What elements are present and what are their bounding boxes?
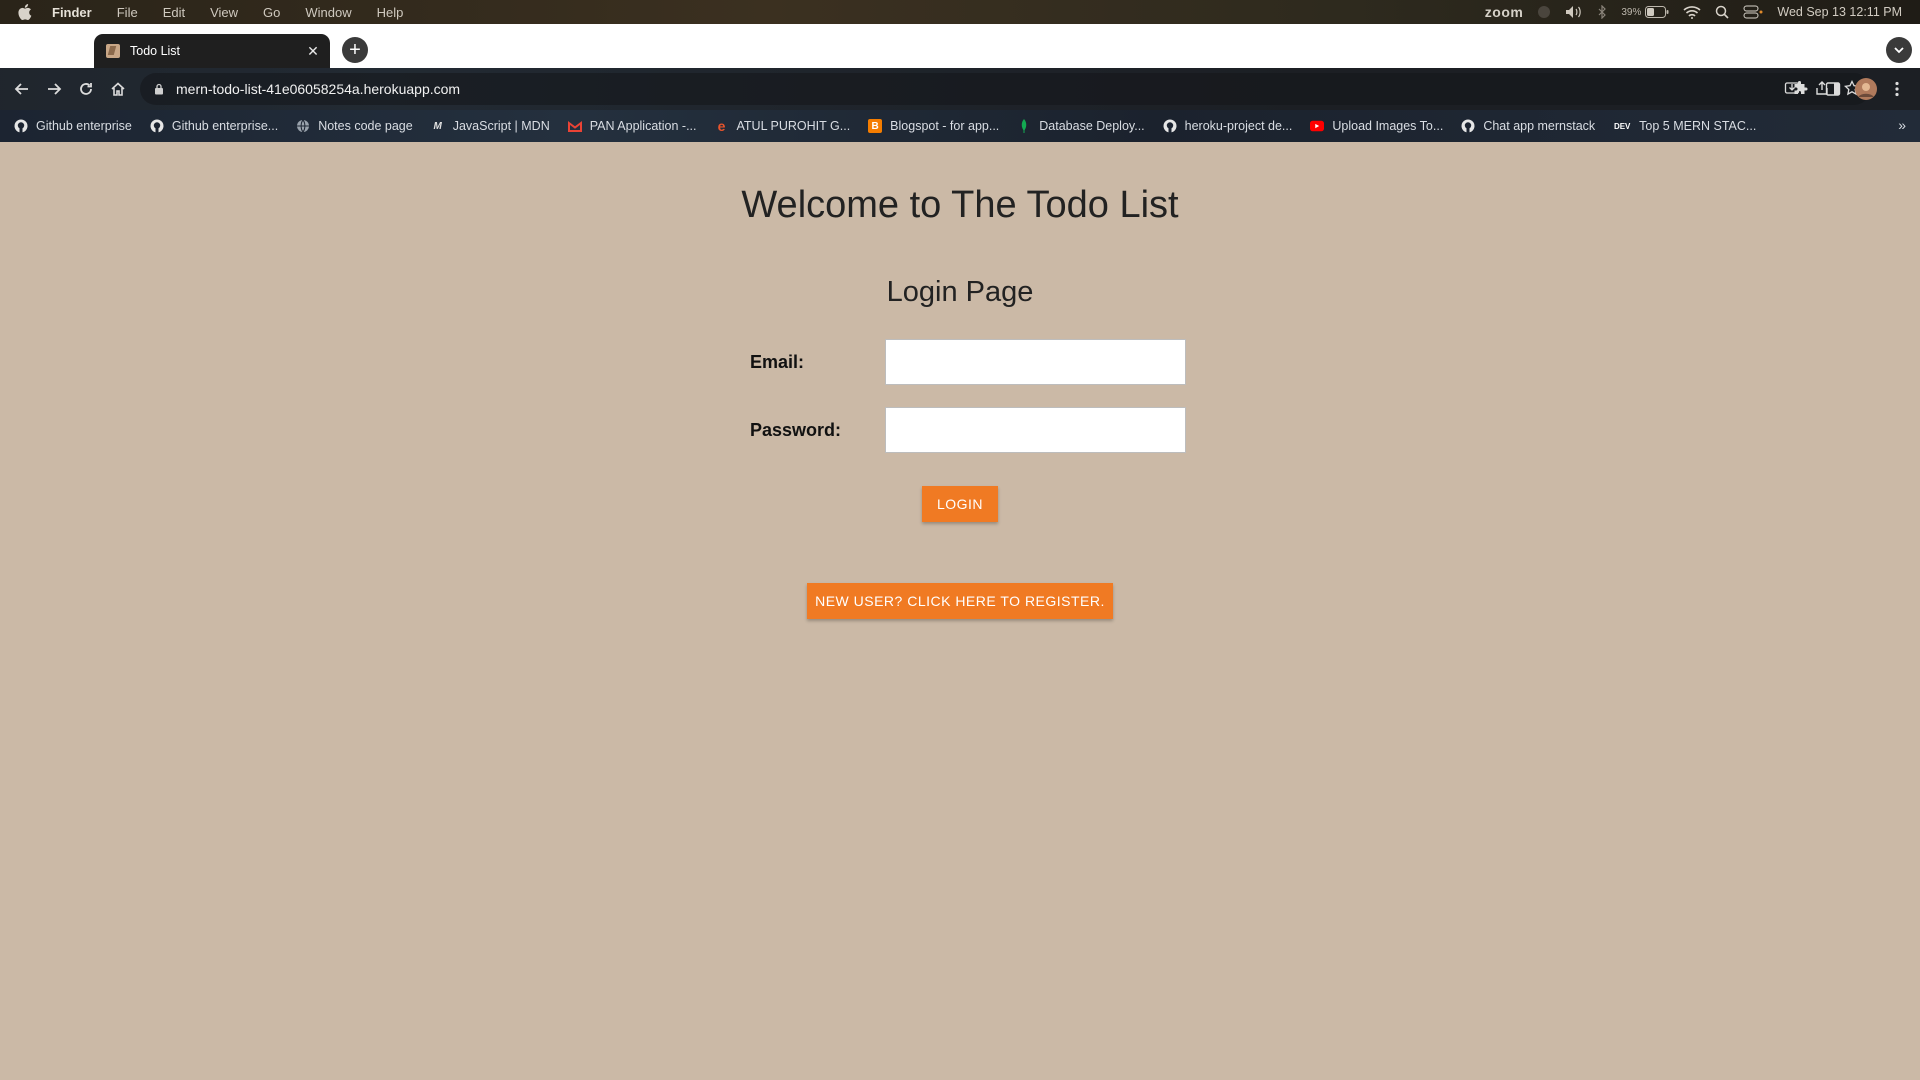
spotlight-search-icon[interactable] (1715, 5, 1729, 19)
address-bar[interactable]: mern-todo-list-41e06058254a.herokuapp.co… (140, 73, 1870, 105)
menubar-clock[interactable]: Wed Sep 13 12:11 PM (1777, 5, 1902, 19)
bookmark-label: Top 5 MERN STAC... (1639, 119, 1757, 133)
more-bookmarks-button[interactable]: » (1898, 117, 1906, 133)
bookmark-item[interactable]: Database Deploy... (1017, 119, 1145, 133)
menu-go[interactable]: Go (263, 5, 280, 20)
bookmark-item[interactable]: M JavaScript | MDN (431, 119, 550, 133)
kebab-menu-icon[interactable] (1887, 79, 1907, 99)
new-tab-button[interactable]: + (342, 37, 368, 63)
login-heading: Login Page (886, 276, 1034, 308)
tab-search-button[interactable] (1886, 37, 1912, 63)
github-icon (1461, 119, 1475, 133)
bookmark-item[interactable]: Github enterprise... (150, 119, 278, 133)
bookmark-label: PAN Application -... (589, 119, 697, 133)
browser-tab-strip: Todo List ✕ + (0, 24, 1920, 68)
dev-icon: DEV (1613, 121, 1631, 131)
bookmark-label: heroku-project de... (1184, 119, 1293, 133)
bookmark-label: Database Deploy... (1039, 119, 1145, 133)
menu-file[interactable]: File (117, 5, 138, 20)
profile-avatar[interactable] (1855, 78, 1877, 100)
bookmark-item[interactable]: PAN Application -... (567, 119, 697, 133)
forward-button[interactable] (43, 78, 65, 100)
page-title: Welcome to The Todo List (741, 184, 1179, 226)
back-arrow-icon (14, 83, 28, 95)
home-button[interactable] (107, 78, 129, 100)
menu-finder[interactable]: Finder (52, 5, 92, 20)
mongodb-icon (1017, 119, 1031, 133)
forward-arrow-icon (48, 83, 62, 95)
volume-icon[interactable] (1565, 5, 1583, 19)
reload-button[interactable] (75, 78, 97, 100)
menu-view[interactable]: View (210, 5, 238, 20)
bookmark-label: JavaScript | MDN (452, 119, 550, 133)
menu-help[interactable]: Help (377, 5, 404, 20)
bookmark-item[interactable]: Github enterprise (14, 119, 132, 133)
battery-percent: 39% (1621, 6, 1642, 18)
battery-icon (1645, 6, 1669, 18)
side-panel-icon[interactable] (1823, 79, 1843, 99)
password-label: Password: (750, 419, 842, 440)
bookmark-item[interactable]: Chat app mernstack (1461, 119, 1595, 133)
bookmark-label: Blogspot - for app... (890, 119, 1000, 133)
login-button[interactable]: LOGIN (922, 486, 998, 522)
edge-icon: e (717, 118, 726, 134)
chevron-down-icon (1894, 47, 1904, 54)
gmail-icon (567, 119, 582, 133)
back-button[interactable] (11, 78, 33, 100)
macos-menu-bar: Finder File Edit View Go Window Help zoo… (0, 0, 1920, 24)
home-icon (111, 82, 125, 96)
wifi-icon[interactable] (1683, 5, 1701, 19)
register-button[interactable]: NEW USER? CLICK HERE TO REGISTER. (807, 583, 1113, 619)
zoom-status-icon[interactable]: zoom (1485, 4, 1524, 20)
mdn-icon: M (433, 120, 442, 132)
github-icon (1163, 119, 1177, 133)
menu-edit[interactable]: Edit (163, 5, 185, 20)
bookmark-item[interactable]: Notes code page (296, 119, 413, 133)
extensions-puzzle-icon[interactable] (1790, 79, 1810, 99)
menu-window[interactable]: Window (305, 5, 351, 20)
github-icon (14, 119, 28, 133)
control-center-icon[interactable] (1743, 5, 1763, 19)
reload-icon (80, 83, 92, 95)
privacy-indicator-icon[interactable] (1537, 5, 1551, 19)
close-tab-icon[interactable]: ✕ (304, 42, 322, 60)
lock-icon[interactable] (154, 83, 164, 95)
bookmark-item[interactable]: e ATUL PUROHIT G... (715, 118, 851, 134)
bookmark-item[interactable]: DEV Top 5 MERN STAC... (1613, 119, 1756, 133)
tab-todo-list[interactable]: Todo List ✕ (94, 34, 330, 68)
bookmarks-bar: Github enterprise Github enterprise... N… (0, 110, 1920, 142)
apple-menu-icon[interactable] (18, 4, 34, 20)
email-row: Email: (750, 339, 1186, 385)
bookmark-label: ATUL PUROHIT G... (736, 119, 851, 133)
bookmark-label: Github enterprise... (171, 119, 279, 133)
browser-toolbar: mern-todo-list-41e06058254a.herokuapp.co… (0, 68, 1920, 110)
email-field[interactable] (885, 339, 1186, 385)
bookmark-label: Github enterprise (36, 119, 132, 133)
bookmark-label: Chat app mernstack (1483, 119, 1596, 133)
page-content: Welcome to The Todo List Login Page Emai… (0, 142, 1920, 1080)
battery-indicator[interactable]: 39% (1621, 6, 1669, 18)
youtube-icon (1310, 119, 1325, 133)
globe-icon (296, 119, 310, 133)
bookmark-item[interactable]: B Blogspot - for app... (868, 119, 999, 133)
password-row: Password: (750, 407, 1186, 453)
email-label: Email: (750, 351, 805, 372)
bookmark-item[interactable]: Upload Images To... (1310, 119, 1443, 133)
bookmark-label: Notes code page (318, 119, 413, 133)
todo-favicon-icon (106, 44, 120, 58)
bookmark-label: Upload Images To... (1332, 119, 1444, 133)
password-field[interactable] (885, 407, 1186, 453)
github-icon (150, 119, 164, 133)
tab-title: Todo List (130, 44, 181, 58)
bookmark-item[interactable]: heroku-project de... (1163, 119, 1293, 133)
blogger-icon: B (868, 119, 883, 133)
bluetooth-icon[interactable] (1597, 5, 1607, 19)
url-text[interactable]: mern-todo-list-41e06058254a.herokuapp.co… (176, 81, 460, 97)
